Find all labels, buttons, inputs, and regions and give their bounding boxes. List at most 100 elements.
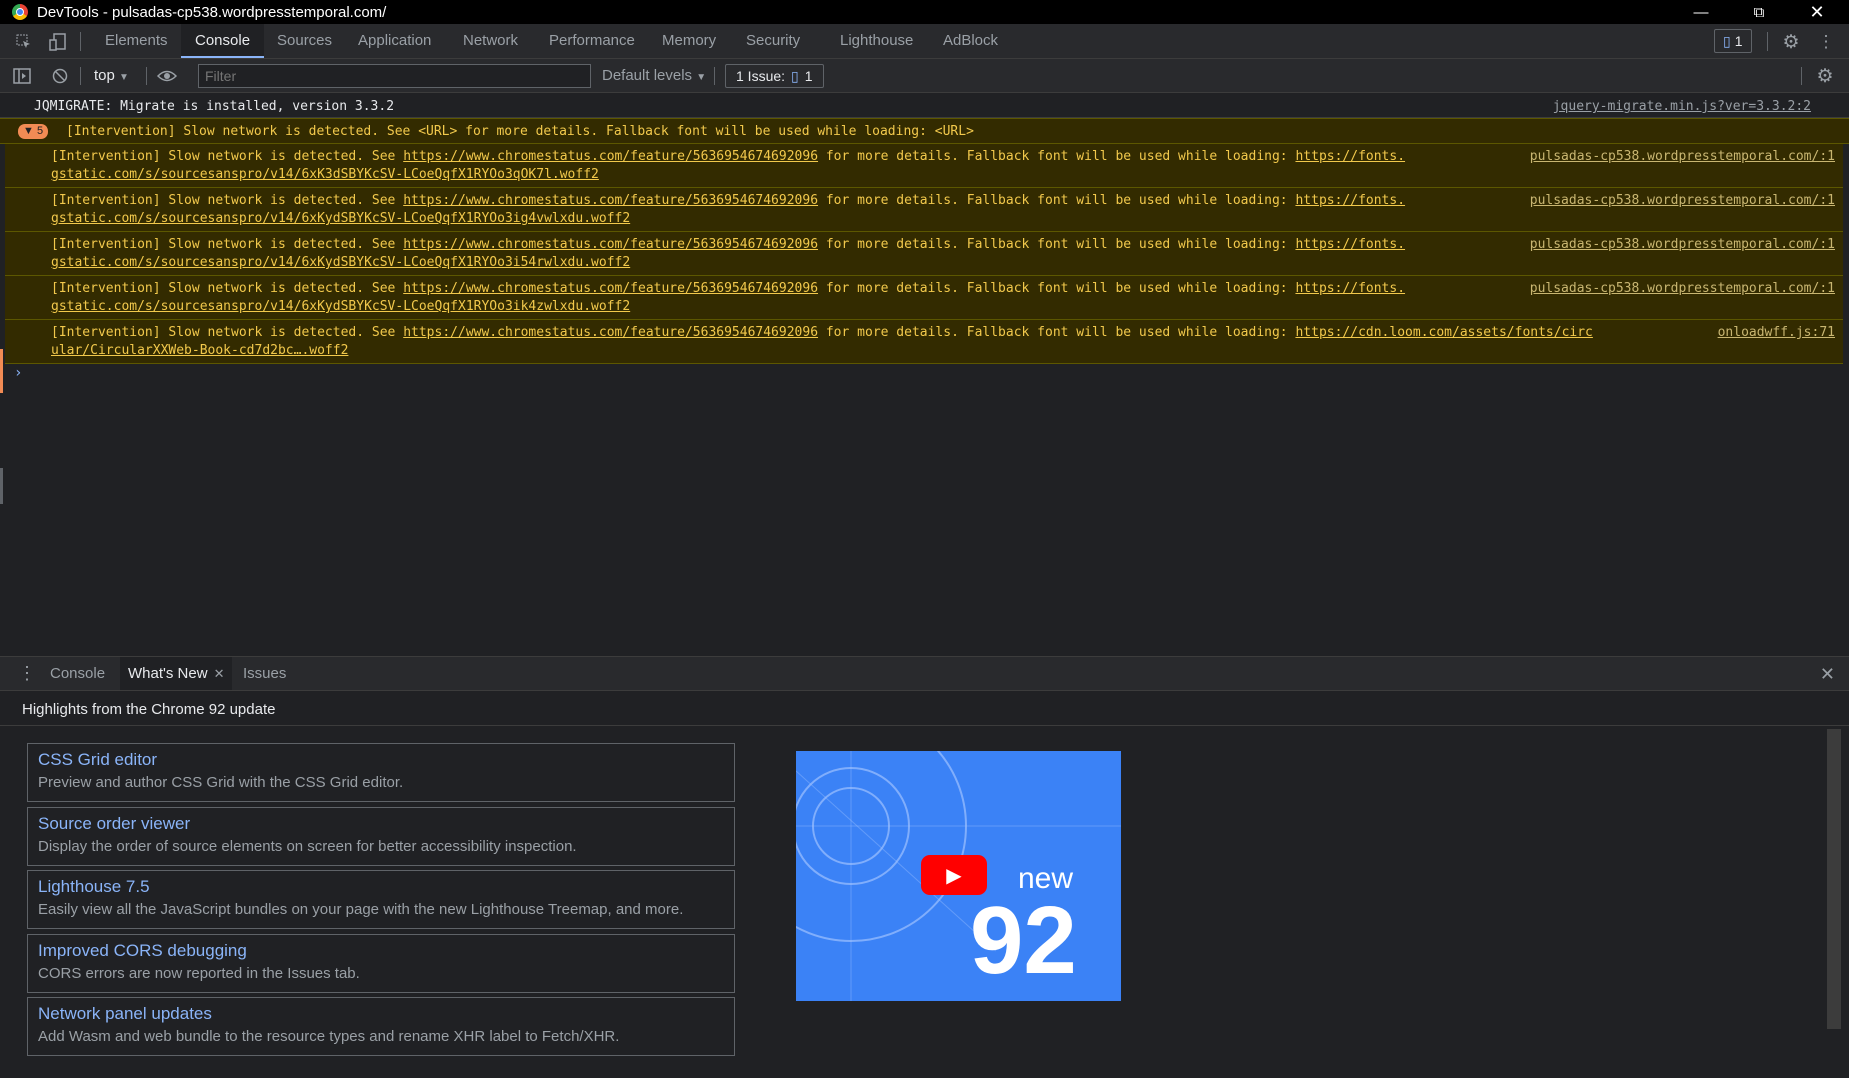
settings-gear-icon[interactable]: ⚙ <box>1780 31 1802 53</box>
feature-card[interactable]: Improved CORS debugging CORS errors are … <box>27 934 735 993</box>
feature-title[interactable]: Lighthouse 7.5 <box>38 877 724 897</box>
font-url-link-cont[interactable]: ular/CircularXXWeb-Book-cd7d2bc….woff2 <box>51 343 348 358</box>
video-thumbnail[interactable]: ▶ new 92 <box>796 751 1121 1001</box>
filter-input[interactable] <box>198 64 591 88</box>
log-levels-label: Default levels <box>602 67 693 84</box>
warning-source-link[interactable]: pulsadas-cp538.wordpresstemporal.com/:1 <box>1530 237 1835 252</box>
minimize-icon[interactable]: — <box>1678 0 1724 24</box>
close-window-icon[interactable]: ✕ <box>1794 0 1840 24</box>
context-selector[interactable]: top ▼ <box>94 66 129 86</box>
warning-mid: for more details. Fallback font will be … <box>818 193 1296 208</box>
feature-title[interactable]: Improved CORS debugging <box>38 941 724 961</box>
info-source-link[interactable]: jquery-migrate.min.js?ver=3.3.2:2 <box>1553 99 1811 114</box>
tab-elements[interactable]: Elements <box>105 24 168 58</box>
separator <box>1767 32 1768 51</box>
drawer-tab-whats-new[interactable]: What's New ✕ <box>120 657 233 690</box>
font-url-link-cont[interactable]: gstatic.com/s/sourcesanspro/v14/6xK3dSBY… <box>51 167 599 182</box>
issue-message-icon: ▯ <box>791 67 799 84</box>
feature-title[interactable]: Network panel updates <box>38 1004 724 1024</box>
tab-adblock[interactable]: AdBlock <box>943 24 998 58</box>
feature-card[interactable]: Source order viewer Display the order of… <box>27 807 735 866</box>
font-url-link[interactable]: https://cdn.loom.com/assets/fonts/circ <box>1295 325 1592 340</box>
console-settings-icon[interactable]: ⚙ <box>1814 65 1836 87</box>
window-title: DevTools - pulsadas-cp538.wordpresstempo… <box>37 3 387 21</box>
console-messages: JQMIGRATE: Migrate is installed, version… <box>0 93 1849 656</box>
drawer-scrollbar[interactable] <box>1827 729 1841 1029</box>
drawer-tab-issues[interactable]: Issues <box>243 657 286 690</box>
tab-application[interactable]: Application <box>358 24 431 58</box>
warning-count: 5 <box>36 125 44 137</box>
warning-row: [Intervention] Slow network is detected.… <box>5 232 1843 276</box>
console-prompt-chevron-icon[interactable]: › <box>14 365 22 381</box>
drawer-menu-icon[interactable]: ⋮ <box>18 657 36 690</box>
clear-console-icon[interactable] <box>49 65 71 87</box>
eye-icon[interactable] <box>156 65 178 87</box>
context-value: top <box>94 67 115 84</box>
drawer-tab-whats-new-label: What's New <box>128 665 208 682</box>
warning-mid: for more details. Fallback font will be … <box>818 149 1296 164</box>
chromestatus-link[interactable]: https://www.chromestatus.com/feature/563… <box>403 325 818 340</box>
messages-badge[interactable]: ▯ 1 <box>1714 29 1752 53</box>
chrome-logo-icon <box>12 4 28 20</box>
device-toolbar-icon[interactable] <box>47 31 69 53</box>
tab-console[interactable]: Console <box>181 24 265 58</box>
chromestatus-link[interactable]: https://www.chromestatus.com/feature/563… <box>403 193 818 208</box>
scroll-marker <box>0 349 3 393</box>
close-drawer-icon[interactable]: ✕ <box>1820 664 1835 685</box>
warning-count-badge[interactable]: ▼ 5 <box>18 124 49 139</box>
tab-memory[interactable]: Memory <box>662 24 716 58</box>
feature-card[interactable]: CSS Grid editor Preview and author CSS G… <box>27 743 735 802</box>
font-url-link-cont[interactable]: gstatic.com/s/sourcesanspro/v14/6xKydSBY… <box>51 299 630 314</box>
warning-mid: for more details. Fallback font will be … <box>818 281 1296 296</box>
feature-card[interactable]: Network panel updates Add Wasm and web b… <box>27 997 735 1056</box>
inspect-element-icon[interactable] <box>13 31 35 53</box>
font-url-link[interactable]: https://fonts. <box>1295 149 1405 164</box>
feature-card[interactable]: Lighthouse 7.5 Easily view all the JavaS… <box>27 870 735 929</box>
close-tab-icon[interactable]: ✕ <box>214 666 225 681</box>
warning-prefix: [Intervention] Slow network is detected.… <box>51 281 404 296</box>
drawer-tabbar: ⋮ Console What's New ✕ Issues ✕ <box>0 657 1849 691</box>
font-url-link[interactable]: https://fonts. <box>1295 193 1405 208</box>
feature-title[interactable]: CSS Grid editor <box>38 750 724 770</box>
info-message: JQMIGRATE: Migrate is installed, version… <box>34 99 395 114</box>
font-url-link-cont[interactable]: gstatic.com/s/sourcesanspro/v14/6xKydSBY… <box>51 211 630 226</box>
messages-count: 1 <box>1734 33 1743 49</box>
sidebar-toggle-icon[interactable] <box>11 65 33 87</box>
tab-performance[interactable]: Performance <box>549 24 635 58</box>
separator <box>714 67 715 85</box>
warning-row: [Intervention] Slow network is detected.… <box>5 276 1843 320</box>
feature-title[interactable]: Source order viewer <box>38 814 724 834</box>
warning-source-link[interactable]: pulsadas-cp538.wordpresstemporal.com/:1 <box>1530 281 1835 296</box>
issues-button[interactable]: 1 Issue: ▯ 1 <box>725 64 824 88</box>
feature-desc: CORS errors are now reported in the Issu… <box>38 965 360 982</box>
warning-group-row[interactable]: ▼ 5 [Intervention] Slow network is detec… <box>0 118 1849 144</box>
warning-source-link[interactable]: pulsadas-cp538.wordpresstemporal.com/:1 <box>1530 193 1835 208</box>
warning-source-link[interactable]: pulsadas-cp538.wordpresstemporal.com/:1 <box>1530 149 1835 164</box>
font-url-link[interactable]: https://fonts. <box>1295 237 1405 252</box>
tab-sources[interactable]: Sources <box>277 24 332 58</box>
restore-icon[interactable]: ⧉ <box>1736 0 1782 24</box>
warning-prefix: [Intervention] Slow network is detected.… <box>51 193 404 208</box>
chromestatus-link[interactable]: https://www.chromestatus.com/feature/563… <box>403 281 818 296</box>
tab-lighthouse[interactable]: Lighthouse <box>840 24 913 58</box>
warning-row: [Intervention] Slow network is detected.… <box>5 320 1843 364</box>
issues-count: 1 <box>804 68 813 84</box>
divider <box>0 725 1849 726</box>
warning-source-link[interactable]: onloadwff.js:71 <box>1718 325 1835 340</box>
message-icon: ▯ <box>1723 32 1731 49</box>
warning-prefix: [Intervention] Slow network is detected.… <box>51 149 404 164</box>
font-url-link-cont[interactable]: gstatic.com/s/sourcesanspro/v14/6xKydSBY… <box>51 255 630 270</box>
tab-network[interactable]: Network <box>463 24 518 58</box>
warning-row: [Intervention] Slow network is detected.… <box>5 188 1843 232</box>
warning-mid: for more details. Fallback font will be … <box>818 325 1296 340</box>
font-url-link[interactable]: https://fonts. <box>1295 281 1405 296</box>
drawer-tab-console[interactable]: Console <box>50 657 105 690</box>
separator <box>146 67 147 85</box>
tab-security[interactable]: Security <box>746 24 800 58</box>
log-levels-dropdown[interactable]: Default levels ▼ <box>602 66 706 88</box>
feature-desc: Preview and author CSS Grid with the CSS… <box>38 774 404 791</box>
chromestatus-link[interactable]: https://www.chromestatus.com/feature/563… <box>403 149 818 164</box>
chromestatus-link[interactable]: https://www.chromestatus.com/feature/563… <box>403 237 818 252</box>
more-options-icon[interactable]: ⋮ <box>1815 31 1837 53</box>
separator <box>80 67 81 85</box>
